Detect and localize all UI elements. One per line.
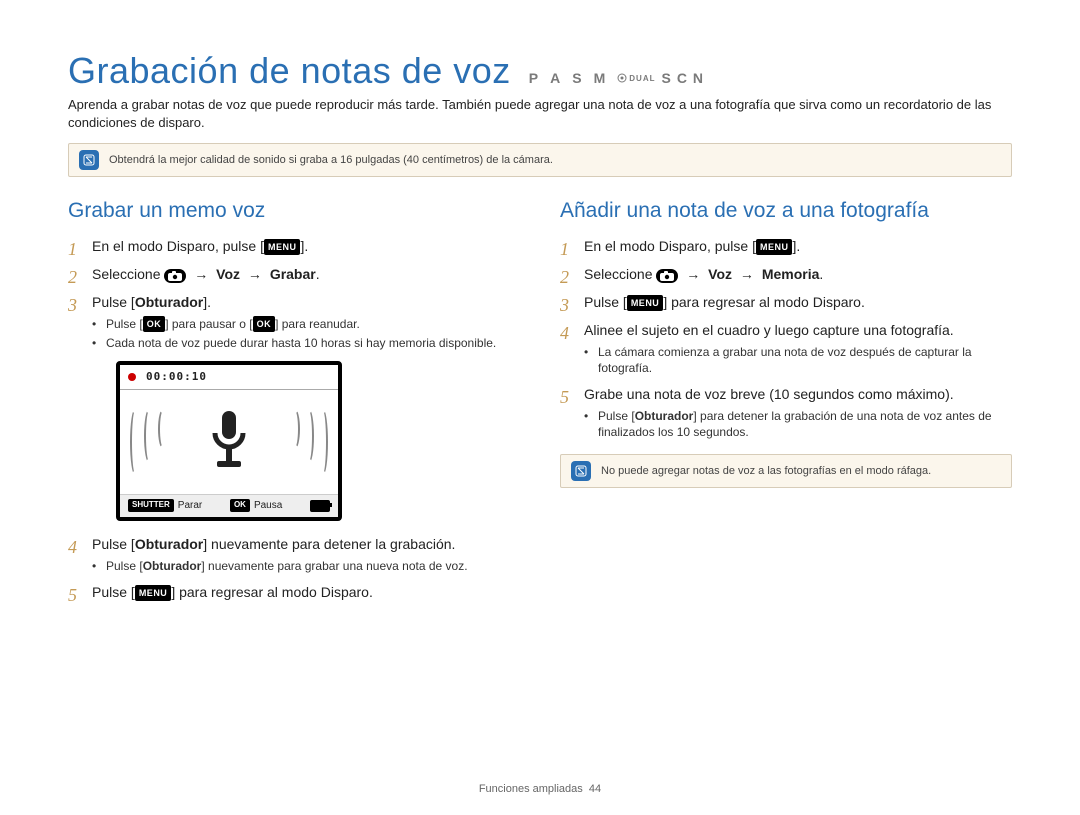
left-step-5: Pulse [MENU] para regresar al modo Dispa… [68,583,520,602]
sound-wave-right-icon [290,409,328,475]
ok-button-label: OK [253,316,276,332]
info-callout-top: Obtendrá la mejor calidad de sonido si g… [68,143,1012,177]
ok-button-label: OK [143,316,166,332]
mode-dual: DUAL [617,73,655,83]
battery-icon [310,500,330,512]
menu-button-label: MENU [627,295,664,311]
sound-wave-left-icon [130,409,168,475]
right-column: Añadir una nota de voz a una fotografía … [560,199,1012,611]
info-callout-bottom: No puede agregar notas de voz a las foto… [560,454,1012,488]
page-footer: Funciones ampliadas 44 [0,783,1080,795]
right-step-4: Alinee el sujeto en el cuadro y luego ca… [560,321,1012,376]
info-icon [571,461,591,481]
left-column-title: Grabar un memo voz [68,199,520,223]
right-step-5: Grabe una nota de voz breve (10 segundos… [560,385,1012,440]
left-step-2: Seleccione → Voz → Grabar. [68,265,520,284]
lcd-pause-group: OK Pausa [230,499,282,513]
lcd-pause-label: Pausa [254,499,282,513]
menu-button-label: MENU [264,239,301,255]
left-step-4: Pulse [Obturador] nuevamente para detene… [68,535,520,574]
info-icon [79,150,99,170]
right-step-1: En el modo Disparo, pulse [MENU]. [560,237,1012,256]
ok-pill: OK [230,499,250,512]
camera-icon [656,269,678,283]
microphone-icon [205,409,253,476]
left-step-4-bullet-1: Pulse [Obturador] nuevamente para grabar… [92,558,520,574]
left-column: Grabar un memo voz En el modo Disparo, p… [68,199,520,611]
left-step-3-bullet-1: Pulse [OK] para pausar o [OK] para reanu… [92,316,520,332]
info-text: Obtendrá la mejor calidad de sonido si g… [109,154,553,166]
mode-p: P [529,70,544,86]
mode-s: S [572,70,587,86]
menu-button-label: MENU [135,585,172,601]
recording-timer: 00:00:10 [146,370,207,385]
right-step-4-bullet-1: La cámara comienza a grabar una nota de … [584,344,1012,376]
shutter-pill: SHUTTER [128,499,174,512]
mode-m: M [594,70,612,86]
menu-button-label: MENU [756,239,793,255]
mode-indicator: P A S M DUAL SCN [529,70,709,86]
lcd-stop-label: Parar [178,499,202,513]
right-column-title: Añadir una nota de voz a una fotografía [560,199,1012,223]
lcd-illustration: 00:00:10 [116,361,342,521]
mode-a: A [550,70,566,86]
intro-text: Aprenda a grabar notas de voz que puede … [68,96,1012,131]
right-step-5-bullet-1: Pulse [Obturador] para detener la grabac… [584,408,1012,440]
lcd-stop-group: SHUTTER Parar [128,499,202,513]
left-step-3: Pulse [Obturador]. Pulse [OK] para pausa… [68,293,520,521]
left-step-3-bullet-2: Cada nota de voz puede durar hasta 10 ho… [92,335,520,351]
right-step-3: Pulse [MENU] para regresar al modo Dispa… [560,293,1012,312]
left-step-1: En el modo Disparo, pulse [MENU]. [68,237,520,256]
page-title: Grabación de notas de voz [68,50,511,92]
footer-section: Funciones ampliadas [479,783,583,795]
mode-scn: SCN [661,70,709,86]
footer-page: 44 [589,783,601,795]
info-text-bottom: No puede agregar notas de voz a las foto… [601,465,931,477]
camera-icon [164,269,186,283]
right-step-2: Seleccione → Voz → Memoria. [560,265,1012,284]
record-indicator-icon [128,373,136,381]
